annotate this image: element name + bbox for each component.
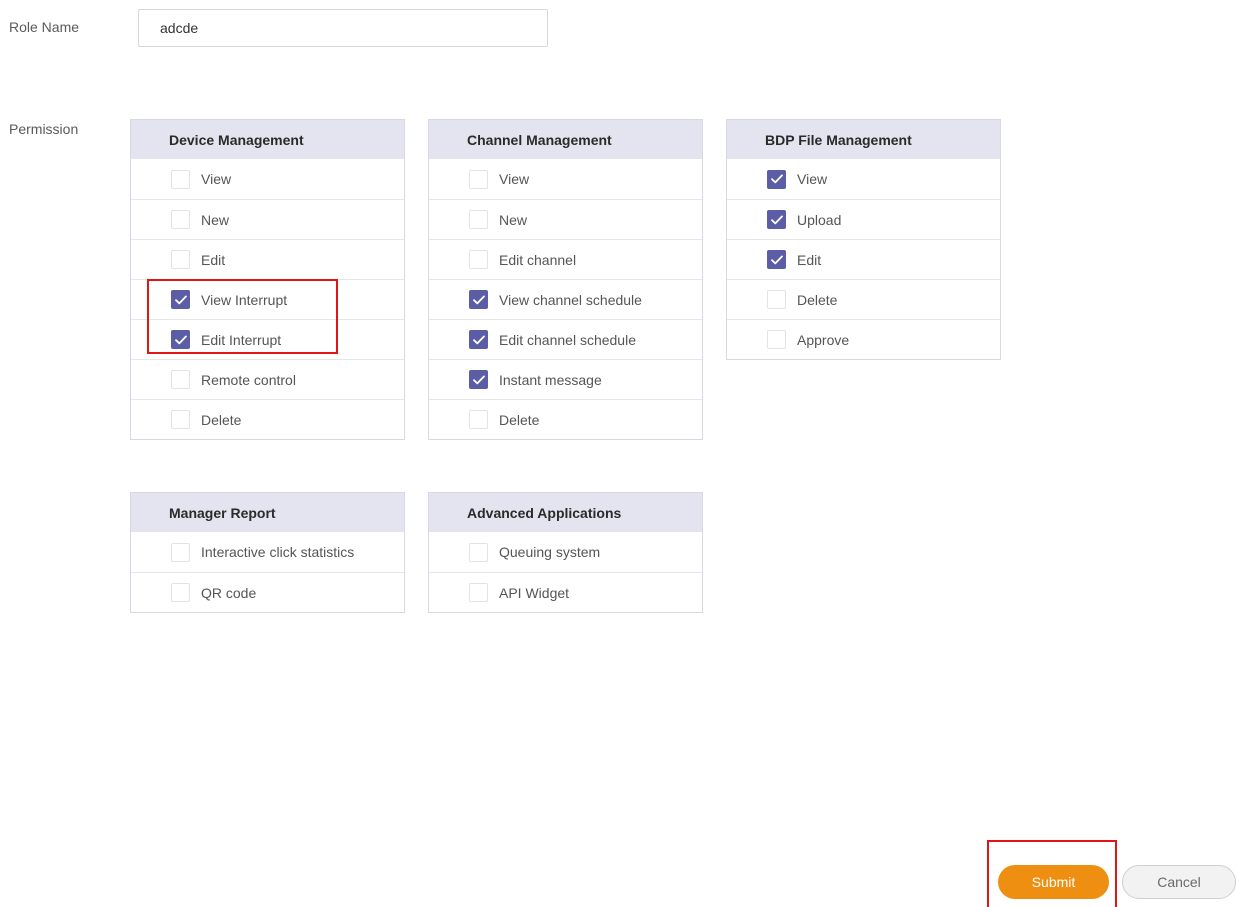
checkbox-label: Edit channel schedule [499, 331, 636, 348]
checkbox-box[interactable] [767, 169, 786, 189]
checkbox-label: View [499, 171, 530, 187]
checkmark-icon [472, 335, 485, 344]
checkmark-icon [770, 215, 783, 224]
advanced-applications-panel: Advanced Applications Queuing system API W… [428, 492, 703, 613]
checkbox-label: Upload [797, 211, 842, 228]
checkbox-label: Delete [499, 411, 540, 428]
checkmark-icon [472, 375, 485, 384]
panel-title: Channel Management [429, 120, 702, 159]
checkbox-box[interactable] [469, 583, 488, 602]
permission-label: Permission [9, 121, 79, 137]
permission-checkbox-view[interactable]: View [131, 159, 404, 199]
role-name-label: Role Name [9, 19, 80, 35]
permission-checkbox-instant-message[interactable]: Instant message [429, 359, 702, 399]
checkbox-label: New [499, 211, 528, 228]
checkbox-box[interactable] [469, 250, 488, 269]
checkbox-label: API Widget [499, 584, 570, 601]
permission-checkbox-remote-control[interactable]: Remote control [131, 359, 404, 399]
role-name-input[interactable] [138, 9, 548, 47]
permission-checkbox-upload[interactable]: Upload [727, 199, 1000, 239]
checkbox-label: Queuing system [499, 544, 601, 560]
permission-checkbox-new[interactable]: New [131, 199, 404, 239]
checkbox-box[interactable] [469, 210, 488, 229]
checkbox-label: Interactive click statistics [201, 544, 355, 560]
permission-checkbox-edit-channel[interactable]: Edit channel [429, 239, 702, 279]
checkbox-box[interactable] [171, 410, 190, 429]
checkbox-box[interactable] [469, 370, 488, 389]
permission-checkbox-edit[interactable]: Edit [727, 239, 1000, 279]
permission-checkbox-edit-interrupt[interactable]: Edit Interrupt [131, 319, 404, 359]
checkbox-label: Instant message [499, 371, 602, 388]
panel-title: Manager Report [131, 493, 404, 532]
checkbox-box[interactable] [171, 250, 190, 269]
permission-checkbox-new[interactable]: New [429, 199, 702, 239]
checkbox-label: View Interrupt [201, 291, 288, 308]
checkbox-box[interactable] [767, 210, 786, 229]
checkbox-label: Edit [797, 251, 822, 268]
permission-checkbox-qr-code[interactable]: QR code [131, 572, 404, 612]
panel-title: BDP File Management [727, 120, 1000, 159]
checkbox-box[interactable] [469, 290, 488, 309]
checkbox-box[interactable] [469, 542, 488, 562]
checkbox-label: Edit Interrupt [201, 331, 282, 348]
checkbox-box[interactable] [171, 583, 190, 602]
checkbox-label: View [201, 171, 232, 187]
checkbox-box[interactable] [171, 542, 190, 562]
submit-button[interactable]: Submit [998, 865, 1109, 899]
checkmark-icon [472, 295, 485, 304]
checkbox-box[interactable] [767, 250, 786, 269]
checkbox-box[interactable] [171, 169, 190, 189]
checkbox-label: View channel schedule [499, 291, 642, 308]
permission-checkbox-edit[interactable]: Edit [131, 239, 404, 279]
device-management-panel: Device Management View New Edit View Interru… [130, 119, 405, 440]
permission-checkbox-api-widget[interactable]: API Widget [429, 572, 702, 612]
panel-title: Device Management [131, 120, 404, 159]
permission-checkbox-view-channel-schedule[interactable]: View channel schedule [429, 279, 702, 319]
permission-checkbox-delete[interactable]: Delete [131, 399, 404, 439]
cancel-button[interactable]: Cancel [1122, 865, 1236, 899]
panel-title: Advanced Applications [429, 493, 702, 532]
checkmark-icon [174, 335, 187, 344]
checkbox-box[interactable] [171, 330, 190, 349]
checkbox-label: Edit [201, 251, 226, 268]
checkbox-box[interactable] [469, 330, 488, 349]
checkbox-box[interactable] [171, 370, 190, 389]
channel-management-panel: Channel Management View New Edit channel Vie… [428, 119, 703, 440]
permission-checkbox-queuing-system[interactable]: Queuing system [429, 532, 702, 572]
checkmark-icon [770, 255, 783, 264]
checkbox-label: Approve [797, 331, 850, 348]
checkbox-box[interactable] [171, 290, 190, 309]
checkbox-label: Edit channel [499, 251, 577, 268]
checkbox-label: Delete [797, 291, 838, 308]
checkbox-box[interactable] [469, 169, 488, 189]
checkmark-icon [770, 174, 783, 184]
checkmark-icon [174, 295, 187, 304]
permission-checkbox-delete[interactable]: Delete [429, 399, 702, 439]
checkbox-label: New [201, 211, 230, 228]
permission-checkbox-view[interactable]: View [727, 159, 1000, 199]
permission-checkbox-interactive-click-statistics[interactable]: Interactive click statistics [131, 532, 404, 572]
bdp-file-management-panel: BDP File Management View Upload Edit Delete A… [726, 119, 1001, 360]
permission-checkbox-view-interrupt[interactable]: View Interrupt [131, 279, 404, 319]
permission-checkbox-view[interactable]: View [429, 159, 702, 199]
permission-checkbox-edit-channel-schedule[interactable]: Edit channel schedule [429, 319, 702, 359]
permission-checkbox-approve[interactable]: Approve [727, 319, 1000, 359]
checkbox-box[interactable] [469, 410, 488, 429]
manager-report-panel: Manager Report Interactive click statisti… [130, 492, 405, 613]
checkbox-label: View [797, 171, 828, 187]
checkbox-label: Remote control [201, 371, 296, 388]
checkbox-box[interactable] [767, 290, 786, 309]
permission-checkbox-delete[interactable]: Delete [727, 279, 1000, 319]
checkbox-box[interactable] [171, 210, 190, 229]
checkbox-label: QR code [201, 584, 257, 601]
checkbox-box[interactable] [767, 330, 786, 349]
checkbox-label: Delete [201, 411, 242, 428]
